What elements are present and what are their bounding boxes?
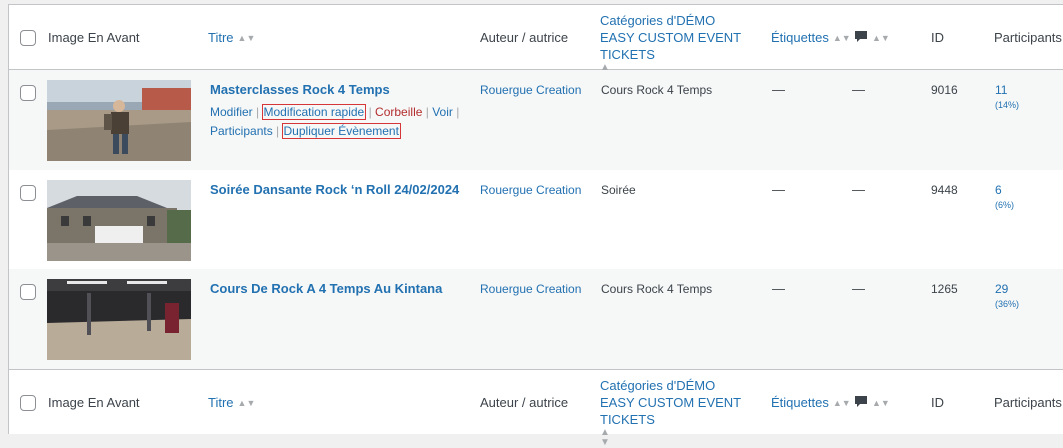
row-checkbox[interactable] [20, 284, 36, 300]
column-categories-label[interactable]: Catégories d'DÉMO EASY CUSTOM EVENT TICK… [600, 13, 741, 62]
separator: | [256, 105, 260, 119]
participants-percent: (14%) [995, 100, 1020, 110]
column-tags-header[interactable]: Étiquettes ▲▼ [771, 394, 851, 412]
column-tags-header[interactable]: Étiquettes ▲▼ [771, 29, 851, 47]
participants-count-link[interactable]: 11 [995, 83, 1007, 97]
author-link[interactable]: Rouergue Creation [480, 282, 581, 296]
event-title-link[interactable]: Cours De Rock A 4 Temps Au Kintana [210, 281, 470, 297]
column-image-header: Image En Avant [48, 395, 140, 410]
column-comments-header[interactable]: ▲▼ [854, 394, 890, 412]
separator: | [276, 124, 280, 138]
column-categories-header[interactable]: Catégories d'DÉMO EASY CUSTOM EVENT TICK… [600, 377, 750, 448]
separator: | [425, 105, 429, 119]
comment-bubble-icon [855, 396, 867, 407]
featured-image [47, 80, 191, 161]
column-comments-header[interactable]: ▲▼ [854, 29, 890, 47]
featured-image [47, 279, 191, 360]
comments-value: — [852, 182, 865, 197]
comments-value: — [852, 82, 865, 97]
id-value: 9016 [931, 83, 958, 97]
participants-percent: (36%) [995, 299, 1020, 309]
id-value: 1265 [931, 282, 958, 296]
category-value: Cours Rock 4 Temps [601, 83, 713, 97]
separator: | [368, 105, 372, 119]
sort-icon: ▲▼ [832, 398, 851, 408]
quick-edit-link[interactable]: Modification rapide [261, 104, 367, 120]
column-title-header[interactable]: Titre ▲▼ [208, 394, 255, 412]
column-image-header: Image En Avant [48, 30, 140, 45]
sort-icon: ▲▼ [600, 427, 610, 448]
sort-icon: ▲▼ [832, 33, 851, 43]
sort-icon: ▲▼ [872, 33, 890, 43]
separator: | [456, 105, 460, 119]
comment-bubble-icon [855, 31, 867, 42]
row-checkbox[interactable] [20, 185, 36, 201]
events-list-table: Image En Avant Titre ▲▼ Auteur / autrice … [8, 4, 1063, 448]
column-title-header[interactable]: Titre ▲▼ [208, 29, 255, 47]
sort-icon: ▲▼ [237, 398, 256, 408]
column-id-header: ID [931, 30, 944, 45]
sort-icon: ▲▼ [872, 398, 890, 408]
column-author-header: Auteur / autrice [480, 395, 569, 410]
column-title-label[interactable]: Titre [208, 30, 234, 45]
view-link[interactable]: Voir [432, 105, 453, 119]
id-value: 9448 [931, 183, 958, 197]
select-all-checkbox[interactable] [20, 395, 36, 411]
tags-value: — [772, 182, 785, 197]
column-author-header: Auteur / autrice [480, 30, 569, 45]
row-actions: Modifier | Modification rapide | Corbeil… [210, 103, 470, 141]
participants-count-link[interactable]: 6 [995, 183, 1002, 197]
table-row: Masterclasses Rock 4 Temps Modifier | Mo… [9, 70, 1063, 170]
column-title-label[interactable]: Titre [208, 395, 234, 410]
participants-count-link[interactable]: 29 [995, 282, 1008, 296]
column-tags-label[interactable]: Étiquettes [771, 395, 829, 410]
select-all-checkbox[interactable] [20, 30, 36, 46]
duplicate-event-link[interactable]: Dupliquer Évènement [281, 123, 401, 139]
author-link[interactable]: Rouergue Creation [480, 83, 581, 97]
table-footer: Image En Avant Titre ▲▼ Auteur / autrice … [9, 369, 1063, 448]
participants-link[interactable]: Participants [210, 124, 273, 138]
sort-icon: ▲▼ [237, 33, 256, 43]
author-link[interactable]: Rouergue Creation [480, 183, 581, 197]
tags-value: — [772, 281, 785, 296]
trash-link[interactable]: Corbeille [375, 105, 422, 119]
column-participants-header: Participants [994, 395, 1062, 410]
edit-link[interactable]: Modifier [210, 105, 253, 119]
event-title-link[interactable]: Masterclasses Rock 4 Temps [210, 82, 470, 98]
column-tags-label[interactable]: Étiquettes [771, 30, 829, 45]
table-row: Cours De Rock A 4 Temps Au Kintana Rouer… [9, 269, 1063, 369]
table-header: Image En Avant Titre ▲▼ Auteur / autrice … [9, 5, 1063, 83]
featured-image [47, 180, 191, 261]
row-checkbox[interactable] [20, 85, 36, 101]
comments-value: — [852, 281, 865, 296]
category-value: Cours Rock 4 Temps [601, 282, 713, 296]
category-value: Soirée [601, 183, 636, 197]
tags-value: — [772, 82, 785, 97]
column-categories-label[interactable]: Catégories d'DÉMO EASY CUSTOM EVENT TICK… [600, 378, 741, 427]
column-id-header: ID [931, 395, 944, 410]
table-row: Soirée Dansante Rock ‘n Roll 24/02/2024 … [9, 170, 1063, 269]
participants-percent: (6%) [995, 200, 1015, 210]
event-title-link[interactable]: Soirée Dansante Rock ‘n Roll 24/02/2024 [210, 182, 470, 198]
column-participants-header: Participants [994, 30, 1062, 45]
